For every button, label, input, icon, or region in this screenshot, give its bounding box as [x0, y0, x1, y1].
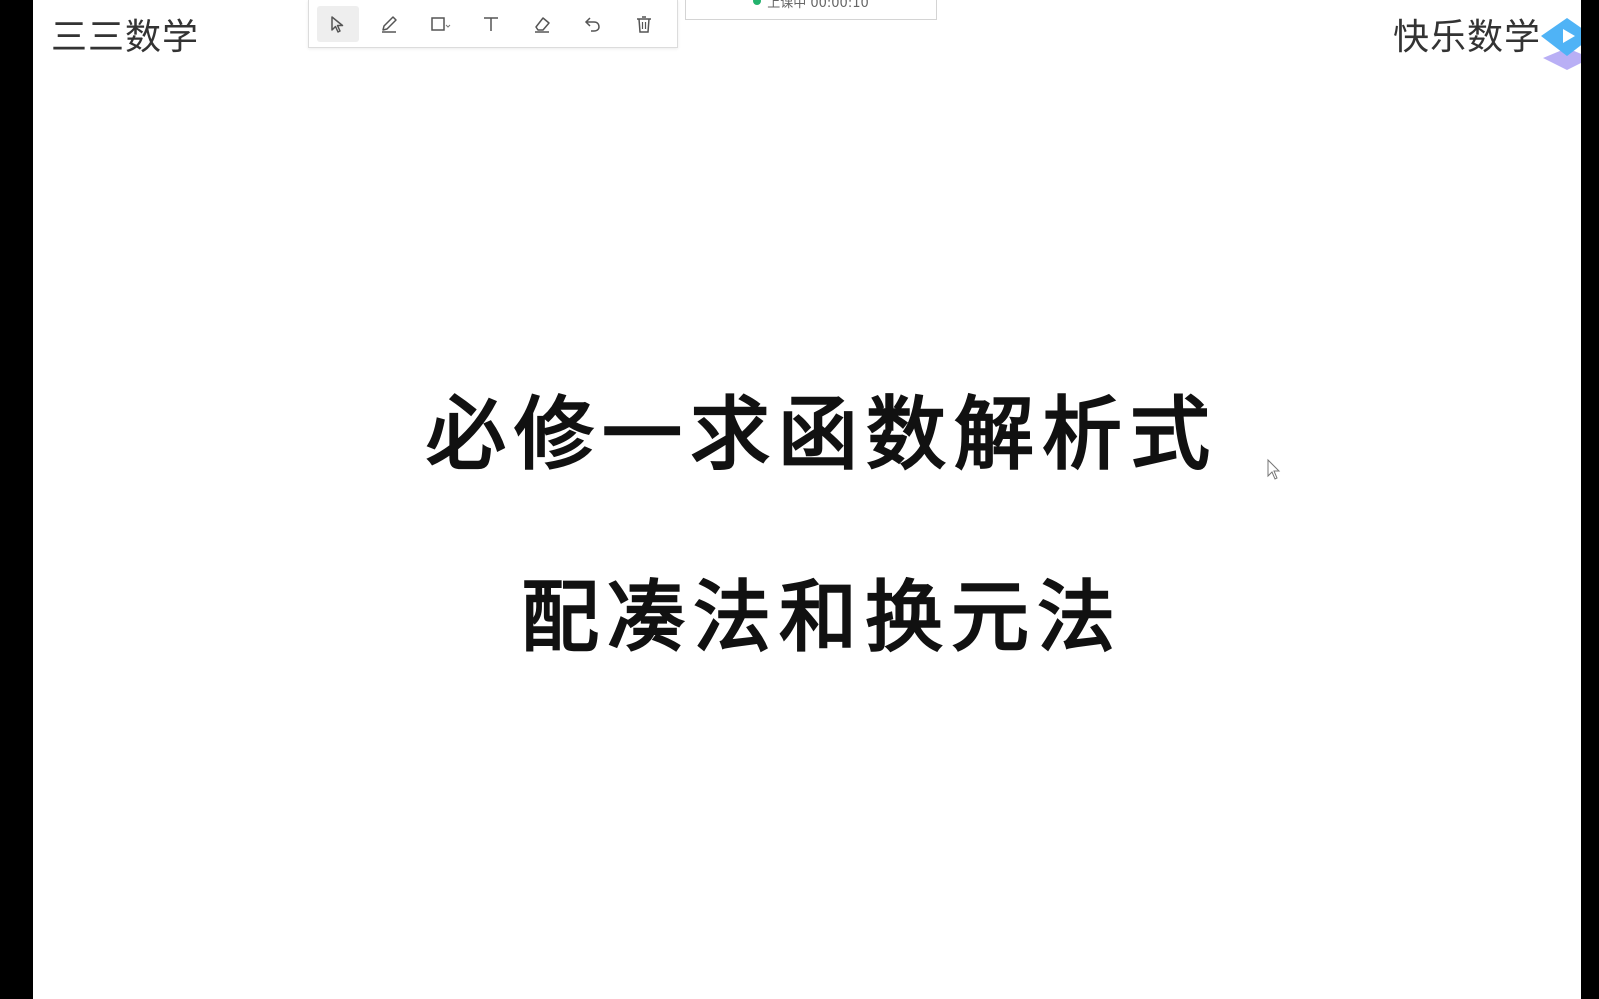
cursor-arrow-icon	[331, 15, 344, 33]
undo-button[interactable]	[572, 6, 614, 42]
header-right-label: 快乐数学	[1392, 17, 1541, 58]
delete-button[interactable]	[623, 6, 665, 42]
text-icon	[484, 16, 498, 31]
slide-subtitle: 配凑法和换元法	[520, 572, 1123, 663]
pencil-icon	[382, 15, 397, 33]
slide-canvas[interactable]: 三三数学 快乐数学 上课中 00:00:10 必修一求函数解析式 配凑法和换元法	[33, 0, 1581, 999]
brand-logo-icon	[1541, 18, 1581, 70]
select-tool-button[interactable]	[317, 5, 359, 42]
header-left-label: 三三数学	[51, 17, 200, 58]
eraser-icon	[535, 16, 550, 33]
pen-tool-button[interactable]	[368, 6, 410, 42]
undo-icon	[584, 16, 600, 32]
annotation-toolbar	[308, 0, 678, 48]
slide-title: 必修一求函数解析式	[426, 387, 1218, 481]
class-status-indicator[interactable]: 上课中 00:00:10	[685, 0, 937, 20]
live-dot-icon	[753, 0, 762, 5]
square-icon	[431, 16, 451, 31]
text-tool-button[interactable]	[470, 6, 512, 42]
class-status-text: 上课中 00:00:10	[767, 0, 869, 11]
mouse-pointer-icon	[1267, 458, 1281, 480]
eraser-tool-button[interactable]	[521, 6, 563, 42]
screen: 三三数学 快乐数学 上课中 00:00:10 必修一求函数解析式 配凑法和换元法	[0, 0, 1599, 999]
shape-tool-button[interactable]	[419, 6, 461, 42]
trash-icon	[637, 15, 651, 33]
